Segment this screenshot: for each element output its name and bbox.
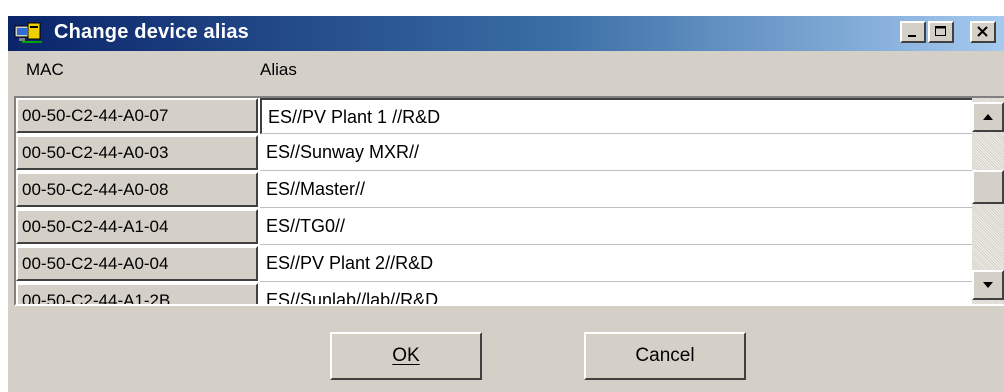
alias-cell[interactable]: ES//PV Plant 2//R&D (260, 246, 972, 282)
table-row: 00-50-C2-44-A0-07 ES//PV Plant 1 //R&D (16, 98, 972, 135)
table-row: 00-50-C2-44-A0-04 ES//PV Plant 2//R&D (16, 246, 972, 283)
column-header-alias: Alias (260, 60, 297, 79)
scroll-down-button[interactable] (972, 270, 1004, 300)
scroll-up-button[interactable] (972, 102, 1004, 132)
change-alias-dialog: Change device alias MAC Alias 00-50-C2-4… (8, 16, 1004, 392)
window-title: Change device alias (54, 21, 250, 43)
scrollbar-thumb[interactable] (972, 170, 1004, 204)
mac-cell: 00-50-C2-44-A0-07 (16, 98, 258, 133)
alias-cell[interactable]: ES//PV Plant 1 //R&D (260, 98, 972, 134)
minimize-icon (908, 35, 916, 37)
arrow-down-icon (983, 282, 993, 288)
alias-cell[interactable]: ES//Master// (260, 172, 972, 208)
minimize-button[interactable] (900, 21, 926, 43)
device-grid: 00-50-C2-44-A0-07 ES//PV Plant 1 //R&D 0… (14, 96, 1004, 306)
mac-cell: 00-50-C2-44-A0-08 (16, 172, 258, 207)
table-row: 00-50-C2-44-A0-08 ES//Master// (16, 172, 972, 209)
ok-button-label: OK (392, 345, 420, 366)
arrow-up-icon (983, 114, 993, 120)
cancel-button-label: Cancel (635, 345, 695, 366)
table-row: 00-50-C2-44-A0-03 ES//Sunway MXR// (16, 135, 972, 172)
ok-button[interactable]: OK (330, 332, 482, 380)
mac-cell: 00-50-C2-44-A0-03 (16, 135, 258, 170)
table-row: 00-50-C2-44-A1-2B ES//Sunlab//lab//R&D (16, 283, 972, 304)
mac-cell: 00-50-C2-44-A1-04 (16, 209, 258, 244)
maximize-button[interactable] (928, 21, 954, 43)
close-button[interactable] (970, 21, 996, 43)
alias-cell[interactable]: ES//Sunlab//lab//R&D (260, 283, 972, 304)
network-devices-icon (14, 22, 50, 46)
vertical-scrollbar[interactable] (972, 98, 1004, 304)
table-row: 00-50-C2-44-A1-04 ES//TG0// (16, 209, 972, 246)
title-bar[interactable]: Change device alias (8, 16, 1004, 51)
close-icon (977, 26, 988, 37)
column-header-mac: MAC (26, 60, 64, 79)
maximize-icon (935, 26, 946, 36)
alias-cell[interactable]: ES//Sunway MXR// (260, 135, 972, 171)
cancel-button[interactable]: Cancel (584, 332, 746, 380)
mac-cell: 00-50-C2-44-A0-04 (16, 246, 258, 281)
alias-cell[interactable]: ES//TG0// (260, 209, 972, 245)
mac-cell: 00-50-C2-44-A1-2B (16, 283, 258, 304)
